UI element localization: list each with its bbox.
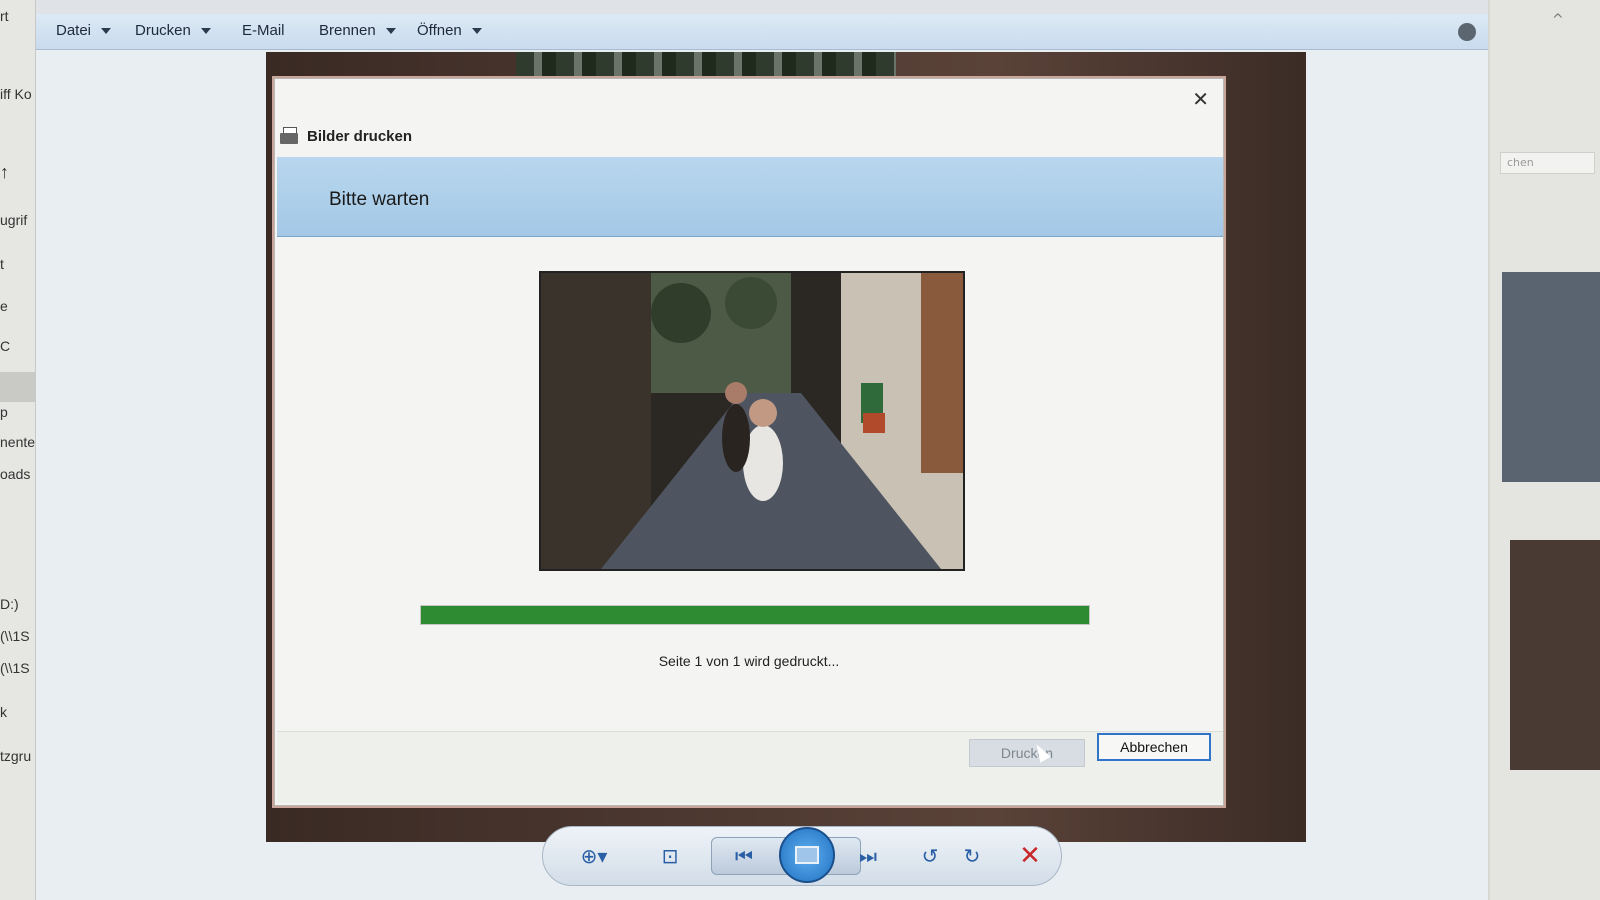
menu-label: Öffnen [417,22,462,39]
chevron-down-icon [471,28,482,35]
search-input[interactable]: chen [1500,152,1595,174]
progress-fill [421,606,1089,624]
zoom-icon[interactable]: ⊕▾ [577,841,611,871]
slideshow-icon[interactable] [779,827,835,883]
sidebar-item[interactable]: D:) [0,596,19,612]
printer-icon [279,127,299,145]
print-button[interactable]: Drucken [969,739,1085,767]
sidebar-item[interactable]: C [0,338,10,354]
menu-brennen[interactable]: Brennen [319,22,396,39]
sidebar-item[interactable]: (\\1S [0,628,30,644]
up-arrow-icon[interactable]: ↑ [0,162,9,183]
menu-drucken[interactable]: Drucken [135,22,211,39]
photo-plants [516,52,896,80]
print-preview-image [539,271,965,571]
cancel-button[interactable]: Abbrechen [1097,733,1211,761]
rotate-clockwise-icon[interactable]: ↻ [955,841,989,871]
next-icon[interactable]: ⏭ [851,841,885,871]
chevron-down-icon [200,28,211,35]
thumbnail[interactable] [1510,540,1600,770]
sidebar-item[interactable]: (\\1S [0,660,30,676]
sidebar-item[interactable]: ugrif [0,212,27,228]
delete-icon[interactable]: ✕ [1013,841,1047,871]
close-icon[interactable]: ✕ [1192,87,1209,111]
sidebar-item[interactable]: oads [0,466,30,482]
sidebar-item[interactable]: e [0,298,8,314]
menu-oeffnen[interactable]: Öffnen [417,22,482,39]
sidebar-fragment: iff Ko [0,86,32,102]
menu-label: Datei [56,22,92,39]
chevron-down-icon [101,28,112,35]
sidebar-selection [0,372,35,402]
menu-label: Drucken [135,22,191,39]
dialog-title-bar: Bilder drucken [279,127,412,145]
sidebar-item[interactable]: nente [0,434,35,450]
progress-bar [420,605,1090,625]
sidebar-item[interactable]: tzgru [0,748,31,764]
help-icon[interactable] [1458,23,1476,41]
dialog-title: Bilder drucken [307,127,413,145]
preview-photo [541,273,963,569]
sidebar-fragment: rt [0,8,9,24]
dialog-header: Bitte warten [277,157,1223,237]
menu-datei[interactable]: Datei [56,22,112,39]
dialog-heading: Bitte warten [329,189,430,210]
sidebar-item[interactable]: p [0,404,8,420]
chevron-down-icon [385,28,396,35]
slideshow-screen [795,846,819,864]
title-bar [36,0,1488,14]
menu-email[interactable]: E-Mail [242,22,285,39]
viewer-toolbar: ⊕▾ ⊡ ⏮ ⏭ ↺ ↻ ✕ [542,826,1062,886]
sidebar-item[interactable]: t [0,256,4,272]
explorer-sidebar: rt iff Ko ↑ ugrif t e C p nente oads D:)… [0,0,36,900]
thumbnail[interactable] [1502,272,1600,482]
print-dialog: ✕ Bilder drucken Bitte warten Seite 1 vo… [274,78,1224,806]
menu-label: Brennen [319,22,376,39]
rotate-counterclockwise-icon[interactable]: ↺ [913,841,947,871]
menu-bar: Datei Drucken E-Mail Brennen Öffnen [36,14,1488,50]
status-text: Seite 1 von 1 wird gedruckt... [658,653,840,669]
chevron-up-icon[interactable]: ^ [1552,12,1564,28]
fit-window-icon[interactable]: ⊡ [653,841,687,871]
sidebar-item[interactable]: k [0,704,7,720]
background-window: ^ chen [1490,0,1600,900]
menu-label: E-Mail [242,22,285,39]
previous-icon[interactable]: ⏮ [727,841,761,871]
